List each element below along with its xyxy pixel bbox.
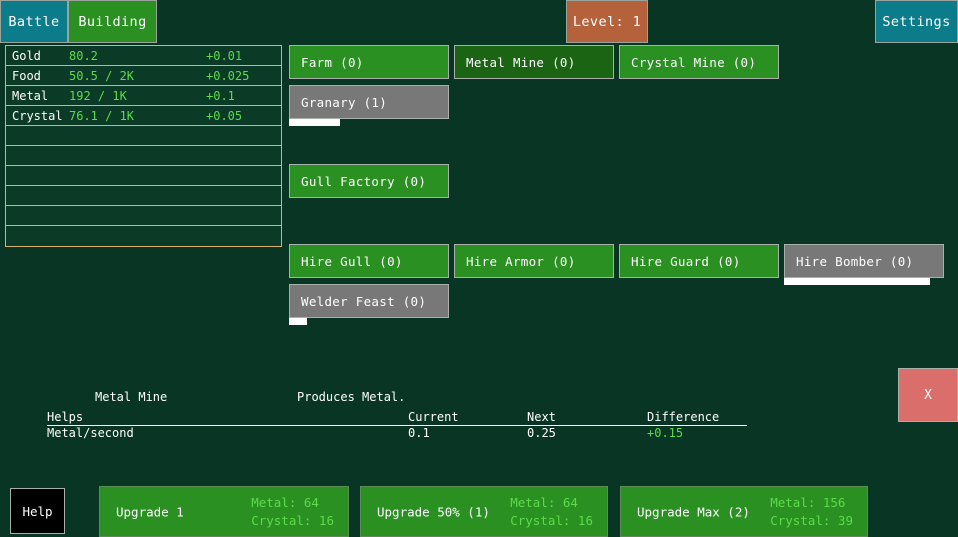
resource-value: 76.1 / 1K <box>69 109 134 123</box>
table-row: Gold 80.2 +0.01 <box>6 46 281 66</box>
table-row: Food 50.5 / 2K +0.025 <box>6 66 281 86</box>
resource-value: 50.5 / 2K <box>69 69 134 83</box>
hire-button-gull-label: Hire Gull (0) <box>301 254 403 269</box>
granary-progress-bar <box>289 119 449 126</box>
close-icon: X <box>924 388 932 403</box>
resource-name: Food <box>12 69 41 83</box>
upgrade-50-metal-cost: Metal: 64 <box>510 494 593 512</box>
building-button-gull-factory-label: Gull Factory (0) <box>301 174 426 189</box>
close-button[interactable]: X <box>898 368 958 422</box>
hire-button-armor[interactable]: Hire Armor (0) <box>454 244 614 278</box>
building-button-farm[interactable]: Farm (0) <box>289 45 449 79</box>
building-button-metal-mine-label: Metal Mine (0) <box>466 55 576 70</box>
hire-button-bomber-label: Hire Bomber (0) <box>796 254 913 269</box>
tab-building-label: Building <box>78 14 146 30</box>
bomber-progress-fill <box>784 278 930 285</box>
hire-button-armor-label: Hire Armor (0) <box>466 254 576 269</box>
upgrade-button-50-percent[interactable]: Upgrade 50% (1) Metal: 64 Crystal: 16 <box>360 486 608 537</box>
resource-name: Crystal <box>12 109 63 123</box>
detail-panel: Metal Mine Produces Metal. Helps Current… <box>0 386 958 446</box>
resource-rate: +0.01 <box>206 49 242 63</box>
upgrade-button-1[interactable]: Upgrade 1 Metal: 64 Crystal: 16 <box>99 486 349 537</box>
upgrade-button-max[interactable]: Upgrade Max (2) Metal: 156 Crystal: 39 <box>620 486 868 537</box>
upgrade-button-max-label: Upgrade Max (2) <box>637 504 750 519</box>
table-row-empty <box>6 206 281 226</box>
table-row-empty <box>6 226 281 246</box>
upgrade-max-metal-cost: Metal: 156 <box>770 494 853 512</box>
hire-button-guard-label: Hire Guard (0) <box>631 254 741 269</box>
level-badge[interactable]: Level: 1 <box>566 0 648 43</box>
building-button-gull-factory[interactable]: Gull Factory (0) <box>289 164 449 198</box>
building-button-crystal-mine[interactable]: Crystal Mine (0) <box>619 45 779 79</box>
building-button-granary-label: Granary (1) <box>301 95 387 110</box>
detail-title: Metal Mine <box>95 390 167 404</box>
detail-cell-current: 0.1 <box>408 426 430 440</box>
column-header-current: Current <box>408 410 471 426</box>
welder-feast-progress-fill <box>289 318 307 325</box>
upgrade-button-50-percent-costs: Metal: 64 Crystal: 16 <box>510 494 593 530</box>
upgrade-button-1-label: Upgrade 1 <box>116 504 184 519</box>
column-header-next: Next <box>527 410 567 426</box>
resource-name: Gold <box>12 49 41 63</box>
table-row: Metal 192 / 1K +0.1 <box>6 86 281 106</box>
welder-feast-progress-bar <box>289 318 449 325</box>
table-row-empty <box>6 126 281 146</box>
upgrade-button-50-percent-label: Upgrade 50% (1) <box>377 504 490 519</box>
table-row-empty <box>6 166 281 186</box>
granary-progress-fill <box>289 119 340 126</box>
resource-name: Metal <box>12 89 48 103</box>
welder-feast-button-label: Welder Feast (0) <box>301 294 426 309</box>
help-button-label: Help <box>22 504 52 519</box>
resource-value: 192 / 1K <box>69 89 127 103</box>
column-header-helps: Helps <box>47 410 747 426</box>
building-button-crystal-mine-label: Crystal Mine (0) <box>631 55 756 70</box>
welder-feast-button[interactable]: Welder Feast (0) <box>289 284 449 318</box>
resource-table: Gold 80.2 +0.01 Food 50.5 / 2K +0.025 Me… <box>5 45 282 247</box>
resource-value: 80.2 <box>69 49 98 63</box>
column-header-difference: Difference <box>647 410 720 426</box>
upgrade-1-crystal-cost: Crystal: 16 <box>251 512 334 530</box>
table-row: Crystal 76.1 / 1K +0.05 <box>6 106 281 126</box>
resource-rate: +0.05 <box>206 109 242 123</box>
upgrade-max-crystal-cost: Crystal: 39 <box>770 512 853 530</box>
table-row-empty <box>6 186 281 206</box>
hire-button-gull[interactable]: Hire Gull (0) <box>289 244 449 278</box>
table-row-empty <box>6 146 281 166</box>
hire-button-guard[interactable]: Hire Guard (0) <box>619 244 779 278</box>
upgrade-50-crystal-cost: Crystal: 16 <box>510 512 593 530</box>
building-button-farm-label: Farm (0) <box>301 55 364 70</box>
detail-description: Produces Metal. <box>297 390 405 404</box>
upgrade-button-max-costs: Metal: 156 Crystal: 39 <box>770 494 853 530</box>
tab-battle-label: Battle <box>8 14 59 30</box>
detail-cell-difference: +0.15 <box>647 426 683 440</box>
tab-settings-label: Settings <box>882 14 950 30</box>
detail-cell-helps: Metal/second <box>47 426 134 440</box>
detail-cell-next: 0.25 <box>527 426 556 440</box>
tab-battle[interactable]: Battle <box>0 0 68 43</box>
tab-settings[interactable]: Settings <box>875 0 958 43</box>
level-badge-label: Level: 1 <box>573 14 641 30</box>
building-button-granary[interactable]: Granary (1) <box>289 85 449 119</box>
help-button[interactable]: Help <box>10 488 65 534</box>
hire-button-bomber[interactable]: Hire Bomber (0) <box>784 244 944 278</box>
bomber-progress-bar <box>784 278 944 285</box>
upgrade-button-1-costs: Metal: 64 Crystal: 16 <box>251 494 334 530</box>
tab-building[interactable]: Building <box>68 0 157 43</box>
building-button-metal-mine[interactable]: Metal Mine (0) <box>454 45 614 79</box>
upgrade-1-metal-cost: Metal: 64 <box>251 494 334 512</box>
resource-rate: +0.1 <box>206 89 235 103</box>
resource-rate: +0.025 <box>206 69 249 83</box>
top-bar: Battle Building Level: 1 Settings <box>0 0 958 43</box>
